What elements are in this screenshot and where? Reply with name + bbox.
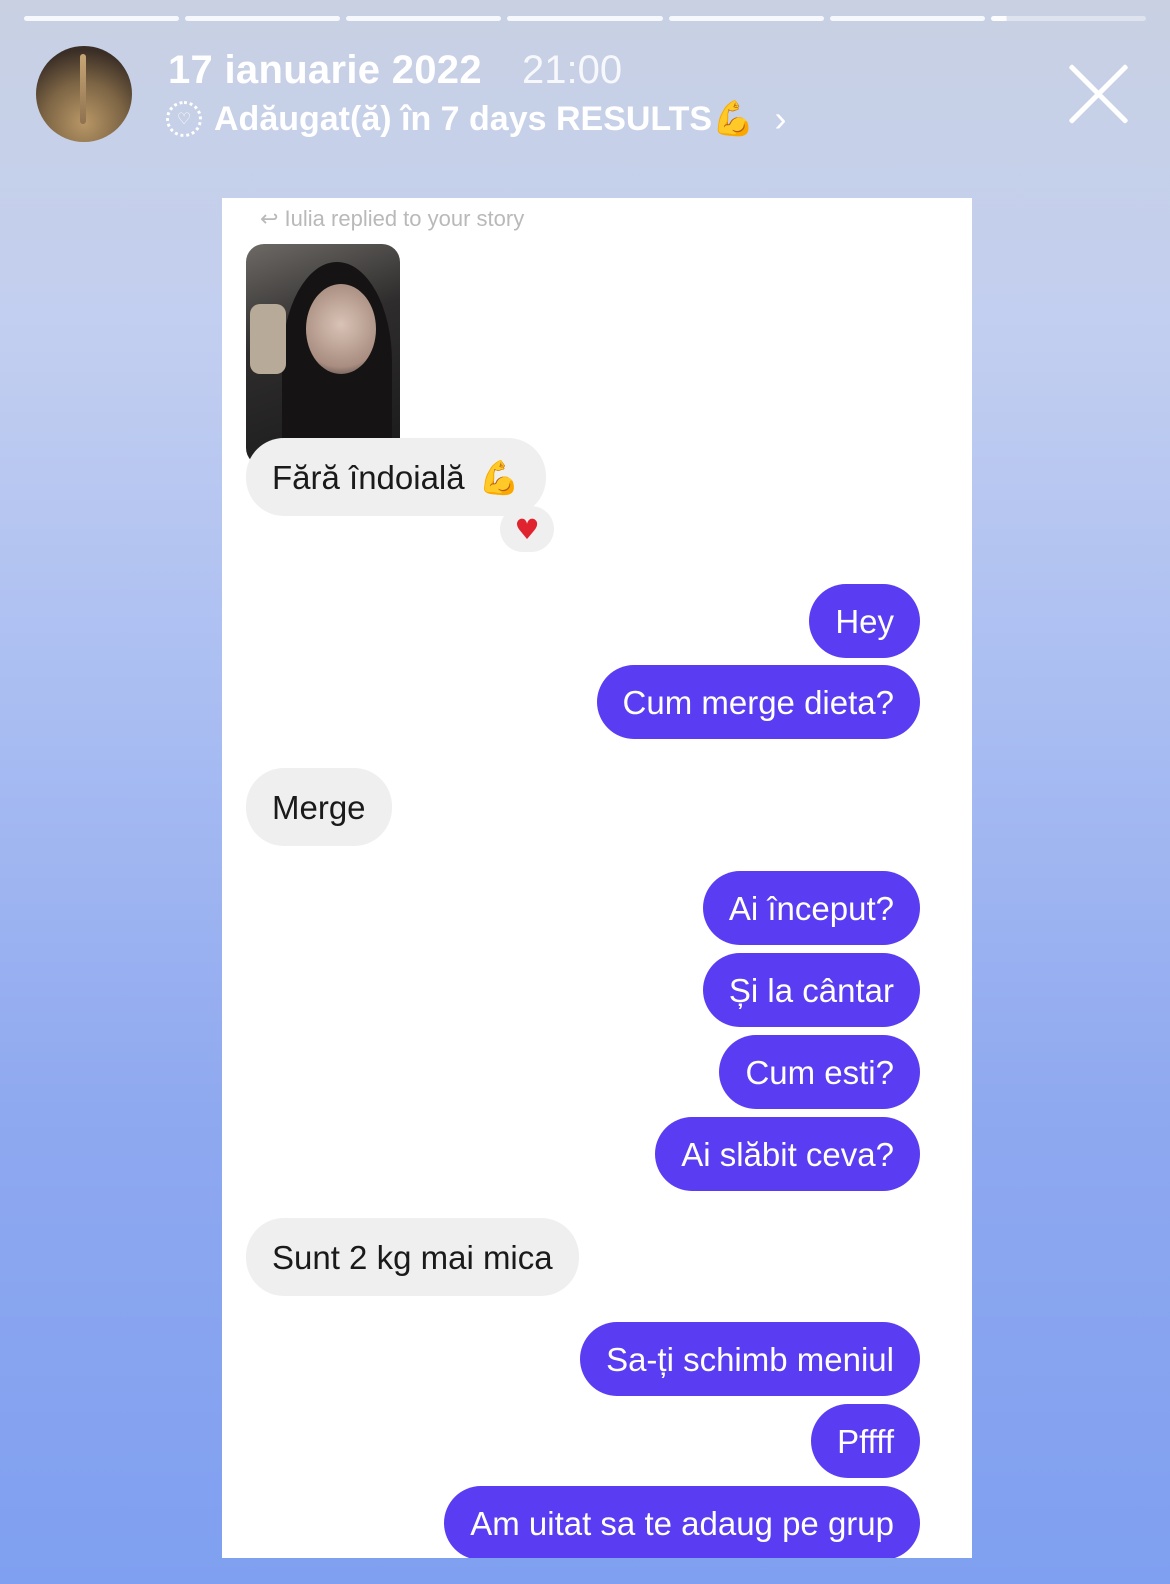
progress-segment — [346, 16, 502, 21]
message-bubble-outgoing: Hey — [809, 584, 920, 658]
message-bubble-incoming: Fără îndoială 💪 — [246, 438, 546, 516]
message-bubble-outgoing: Ai slăbit ceva? — [655, 1117, 920, 1191]
message-bubble-outgoing: Cum merge dieta? — [596, 665, 920, 739]
story-progress-bar — [24, 16, 1146, 21]
message-bubble-outgoing: Pffff — [811, 1404, 920, 1478]
message-bubble-outgoing: Am uitat sa te adaug pe grup — [444, 1486, 920, 1558]
progress-segment — [507, 16, 663, 21]
message-bubble-outgoing: Cum esti? — [719, 1035, 920, 1109]
profile-avatar[interactable] — [36, 46, 132, 142]
highlight-label: Adăugat(ă) în 7 days RESULTS💪 — [214, 100, 755, 138]
highlight-link[interactable]: ♡ Adăugat(ă) în 7 days RESULTS💪 › — [166, 98, 786, 140]
progress-segment — [668, 16, 824, 21]
message-bubble-incoming: Sunt 2 kg mai mica — [246, 1218, 579, 1296]
message-bubble-incoming: Merge — [246, 768, 392, 846]
chevron-right-icon: › — [774, 98, 787, 139]
progress-segment — [829, 16, 985, 21]
story-thumbnail[interactable] — [246, 244, 400, 466]
story-time: 21:00 — [522, 48, 623, 92]
message-bubble-outgoing: Ai început? — [702, 871, 920, 945]
progress-segment — [185, 16, 341, 21]
story-date: 17 ianuarie 2022 — [168, 48, 482, 92]
progress-segment-current — [990, 16, 1146, 21]
message-bubble-outgoing: Și la cântar — [702, 953, 920, 1027]
close-icon[interactable] — [1064, 58, 1134, 128]
chat-screenshot: ↩ Iulia replied to your story Fără îndoi… — [222, 198, 972, 1558]
reply-note: ↩ Iulia replied to your story — [260, 206, 525, 231]
message-bubble-outgoing: Sa-ți schimb meniul — [580, 1322, 920, 1396]
progress-segment — [24, 16, 180, 21]
highlight-icon: ♡ — [166, 101, 202, 137]
heart-reaction-icon[interactable]: ♥ — [500, 506, 554, 552]
